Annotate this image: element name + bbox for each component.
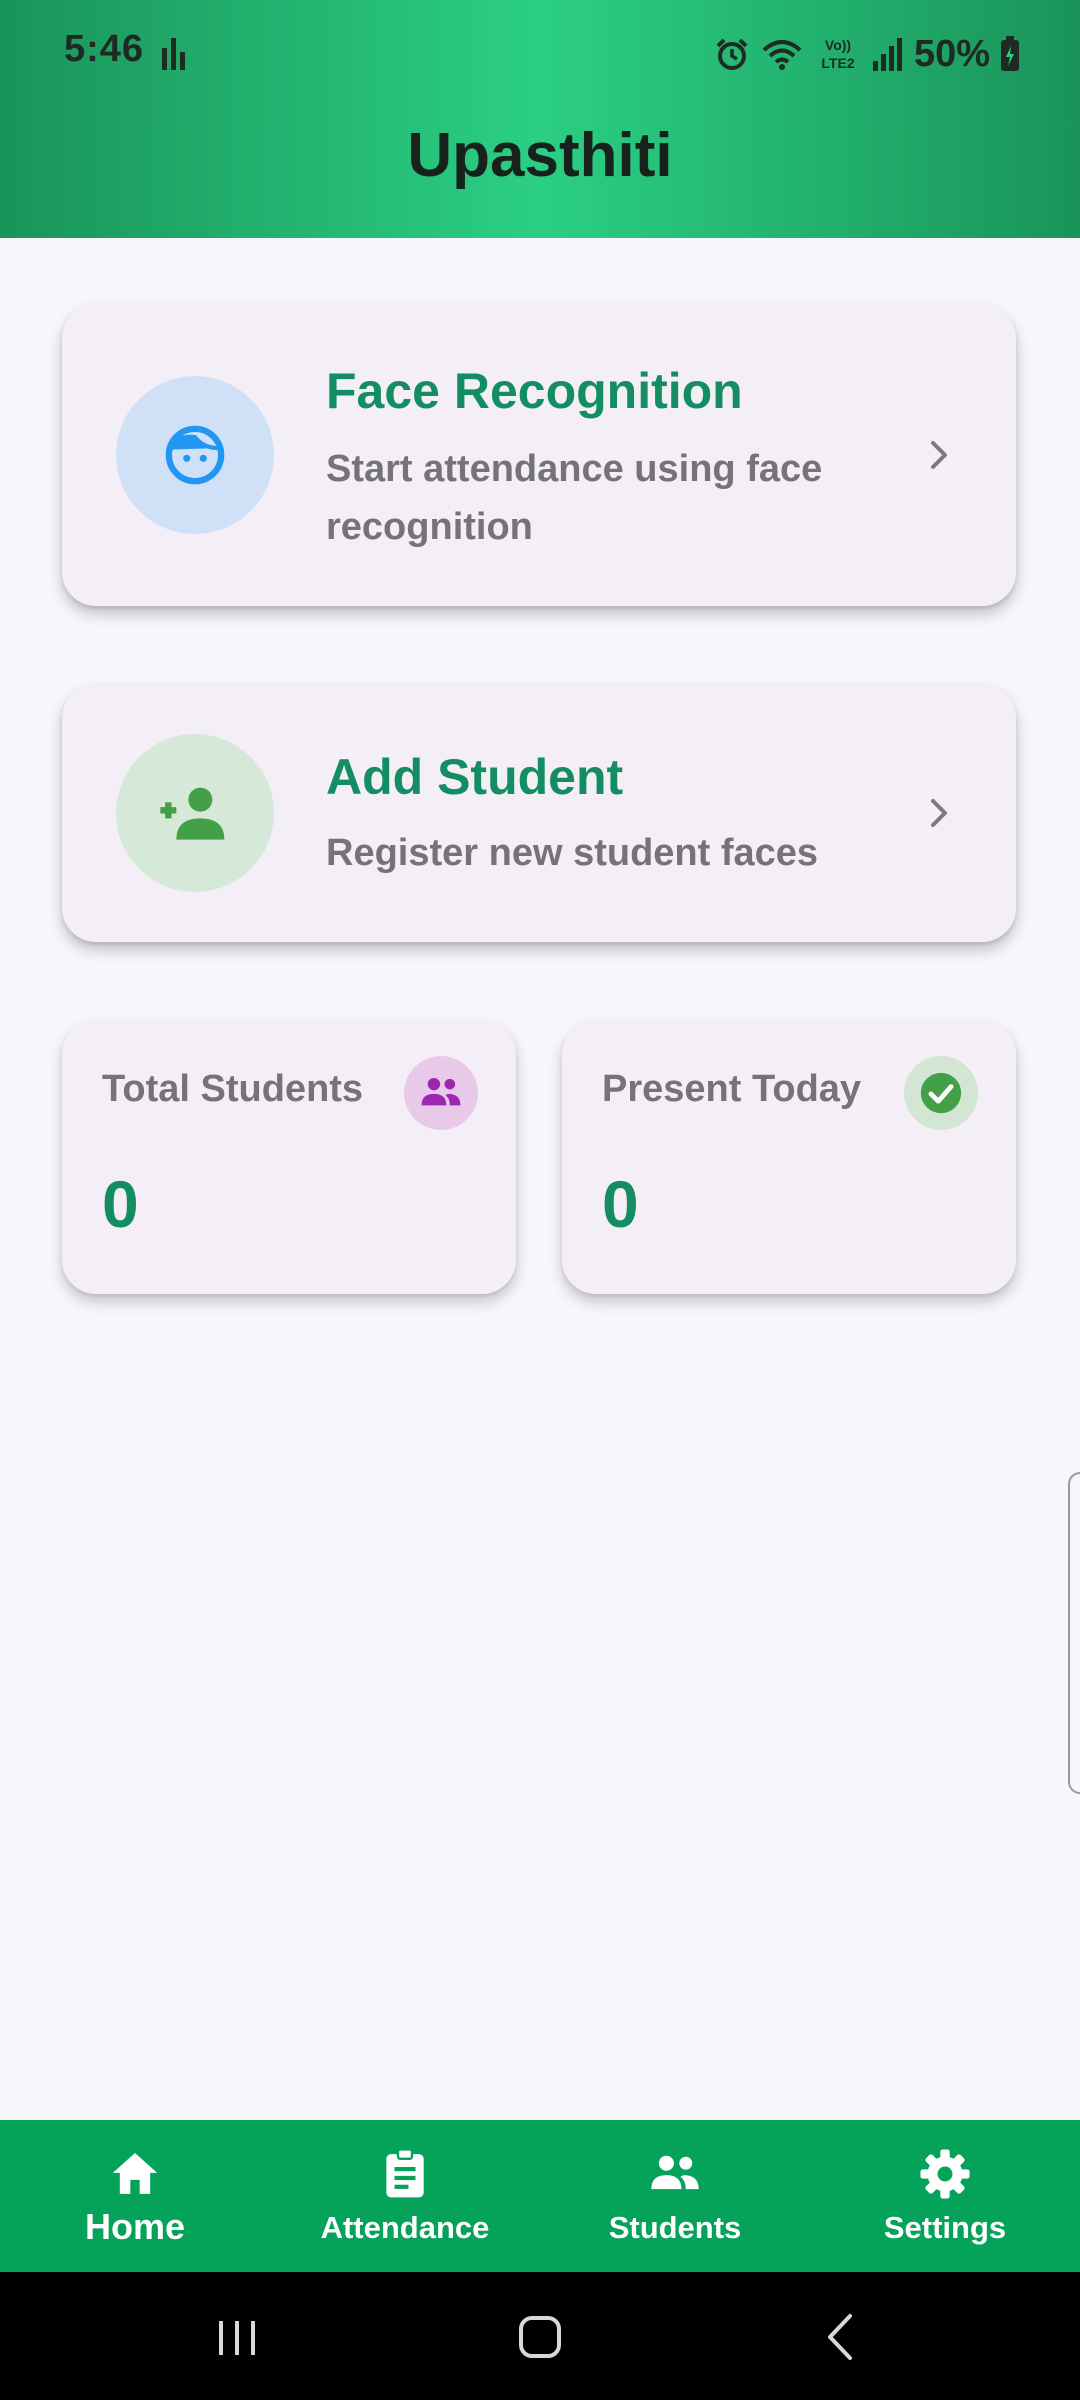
face-icon xyxy=(165,425,225,485)
chevron-right-icon xyxy=(931,799,947,827)
edge-panel-handle[interactable] xyxy=(1068,1472,1080,1794)
stat-value: 0 xyxy=(102,1167,139,1241)
card-description: Start attendance using face recognition xyxy=(326,448,823,548)
add-student-card[interactable]: Add Student Register new student faces xyxy=(62,684,1016,942)
group-icon xyxy=(651,2155,699,2190)
nav-item-students[interactable]: Students xyxy=(540,2120,810,2272)
nav-label: Students xyxy=(608,2210,742,2245)
home-icon xyxy=(112,2153,158,2194)
gear-icon xyxy=(920,2149,970,2199)
stat-value: 0 xyxy=(602,1167,639,1241)
total-students-card: Total Students 0 xyxy=(62,1020,516,1294)
app-header: 5:46 Vo)) LTE2 50% Upasthiti xyxy=(0,0,1080,238)
alarm-icon xyxy=(716,38,748,70)
battery-percent: 50% xyxy=(913,32,990,75)
recent-apps-icon[interactable] xyxy=(202,2302,272,2372)
nav-item-settings[interactable]: Settings xyxy=(810,2120,1080,2272)
stat-label: Present Today xyxy=(602,1068,862,1110)
nav-label: Attendance xyxy=(320,2210,490,2245)
status-time: 5:46 xyxy=(64,28,145,70)
system-navigation-bar xyxy=(0,2272,1080,2400)
clipboard-icon xyxy=(386,2148,424,2198)
nav-item-attendance[interactable]: Attendance xyxy=(270,2120,540,2272)
check-circle-icon-badge xyxy=(904,1056,978,1130)
cell-signal-icon xyxy=(872,38,902,71)
battery-charging-icon xyxy=(1001,36,1019,71)
face-recognition-card[interactable]: Face Recognition Start attendance using … xyxy=(62,304,1016,606)
person-add-icon xyxy=(160,787,225,840)
activity-bars-icon xyxy=(162,38,185,70)
back-icon[interactable] xyxy=(806,2302,876,2372)
nav-item-home[interactable]: Home xyxy=(0,2120,270,2272)
card-description: Register new student faces xyxy=(326,832,819,874)
chevron-right-icon xyxy=(931,441,947,469)
group-icon xyxy=(421,1077,461,1106)
bottom-navigation: Home Attendance Students Settings xyxy=(0,2120,1080,2272)
system-home-icon[interactable] xyxy=(505,2302,575,2372)
stat-label: Total Students xyxy=(102,1068,364,1110)
svg-text:LTE2: LTE2 xyxy=(821,55,854,71)
status-icons: Vo)) LTE2 50% xyxy=(714,24,1020,84)
nav-label: Settings xyxy=(883,2210,1007,2245)
wifi-icon xyxy=(762,40,802,70)
card-title: Add Student xyxy=(326,749,624,805)
nav-label: Home xyxy=(84,2206,186,2247)
face-icon-badge xyxy=(116,376,274,534)
svg-text:Vo)): Vo)) xyxy=(825,37,851,53)
card-title: Face Recognition xyxy=(326,363,743,419)
check-circle-icon xyxy=(920,1072,962,1114)
group-icon-badge xyxy=(404,1056,478,1130)
volte-icon: Vo)) LTE2 xyxy=(821,37,854,71)
present-today-card: Present Today 0 xyxy=(562,1020,1016,1294)
person-add-icon-badge xyxy=(116,734,274,892)
page-title: Upasthiti xyxy=(407,121,673,190)
